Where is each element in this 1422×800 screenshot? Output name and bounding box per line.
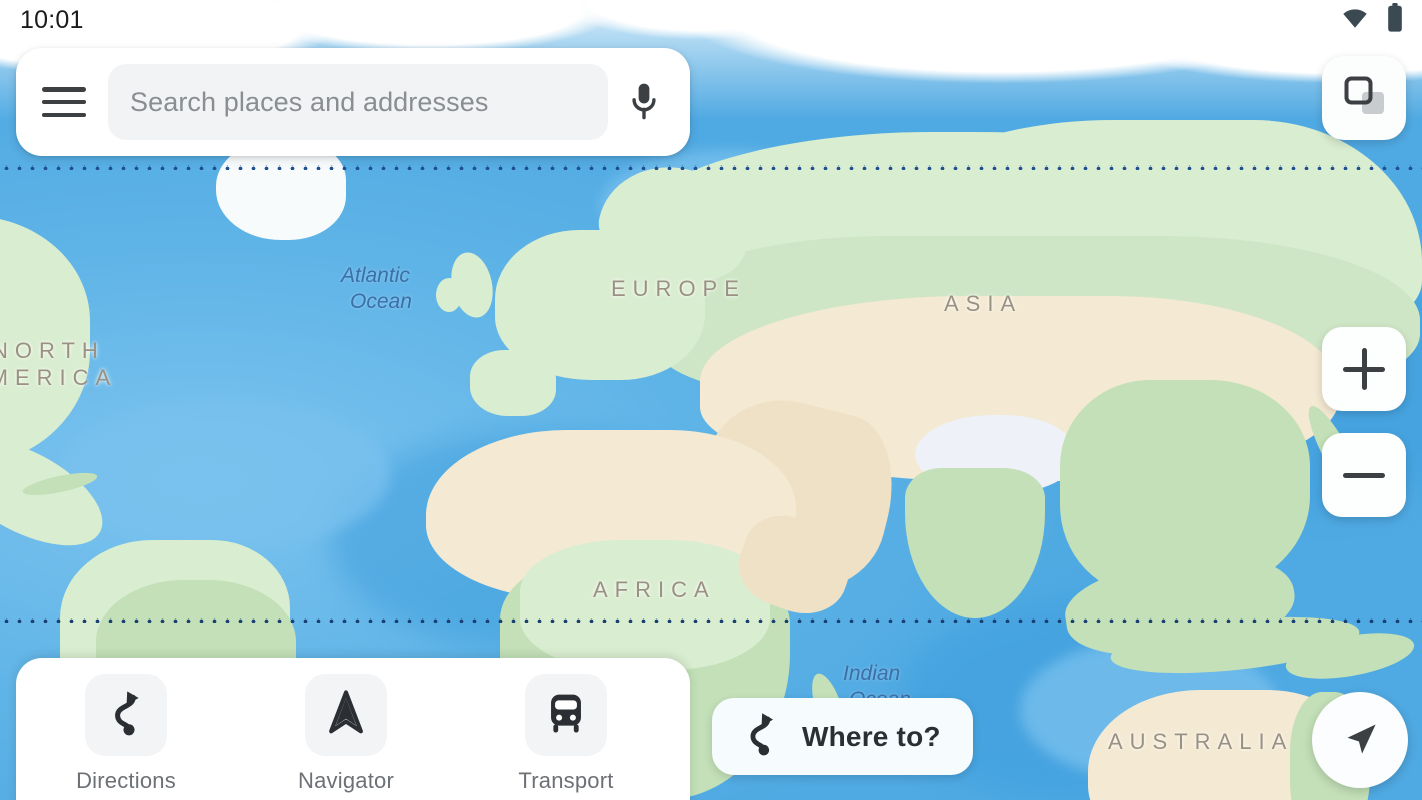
hamburger-line (42, 112, 86, 117)
navigation-arrow-icon (1335, 713, 1385, 768)
zoom-out-button[interactable] (1322, 433, 1406, 517)
status-bar-icons (1338, 2, 1404, 38)
sheet-item-navigator[interactable]: Navigator (236, 674, 456, 794)
map-layers-button[interactable] (1322, 56, 1406, 140)
map-land-africa-central (520, 540, 770, 670)
sheet-item-label: Directions (76, 768, 176, 793)
bus-icon (543, 690, 589, 741)
hamburger-menu-icon[interactable] (42, 87, 86, 117)
search-bar[interactable]: Search places and addresses (16, 48, 690, 156)
status-bar-clock: 10:01 (20, 5, 84, 34)
microphone-icon[interactable] (616, 74, 672, 130)
route-directions-icon (740, 711, 782, 762)
battery-full-icon (1386, 2, 1404, 38)
hamburger-line (42, 99, 86, 105)
navigation-arrow-icon (323, 689, 369, 742)
where-to-button[interactable]: Where to? (712, 698, 973, 775)
hamburger-line (42, 87, 86, 92)
map-app-screen: NORTH AMERICA EUROPE ASIA AFRICA AUSTRAL… (0, 0, 1422, 800)
map-graticule-line (0, 165, 1422, 170)
map-land-iberia (470, 350, 556, 416)
transport-icon-box (525, 674, 607, 756)
map-land-ireland (436, 278, 462, 312)
sheet-item-transport[interactable]: Transport (456, 674, 676, 794)
directions-icon-box (85, 674, 167, 756)
map-graticule-line (0, 618, 1422, 623)
ocean-shade (60, 400, 390, 550)
sheet-item-label: Navigator (298, 768, 394, 793)
wifi-icon (1338, 5, 1372, 36)
bottom-action-sheet: Directions Navigator Transport (16, 658, 690, 800)
route-directions-icon (104, 689, 148, 742)
map-layers-icon (1340, 72, 1388, 125)
sheet-item-label: Transport (518, 768, 614, 793)
search-input[interactable]: Search places and addresses (108, 64, 608, 140)
navigator-icon-box (305, 674, 387, 756)
plus-icon (1343, 348, 1385, 390)
where-to-label: Where to? (802, 720, 941, 752)
my-location-button[interactable] (1312, 692, 1408, 788)
search-input-placeholder: Search places and addresses (130, 86, 489, 117)
minus-icon (1343, 454, 1385, 496)
sheet-item-directions[interactable]: Directions (16, 674, 236, 794)
zoom-in-button[interactable] (1322, 327, 1406, 411)
status-bar: 10:01 (0, 0, 1422, 40)
